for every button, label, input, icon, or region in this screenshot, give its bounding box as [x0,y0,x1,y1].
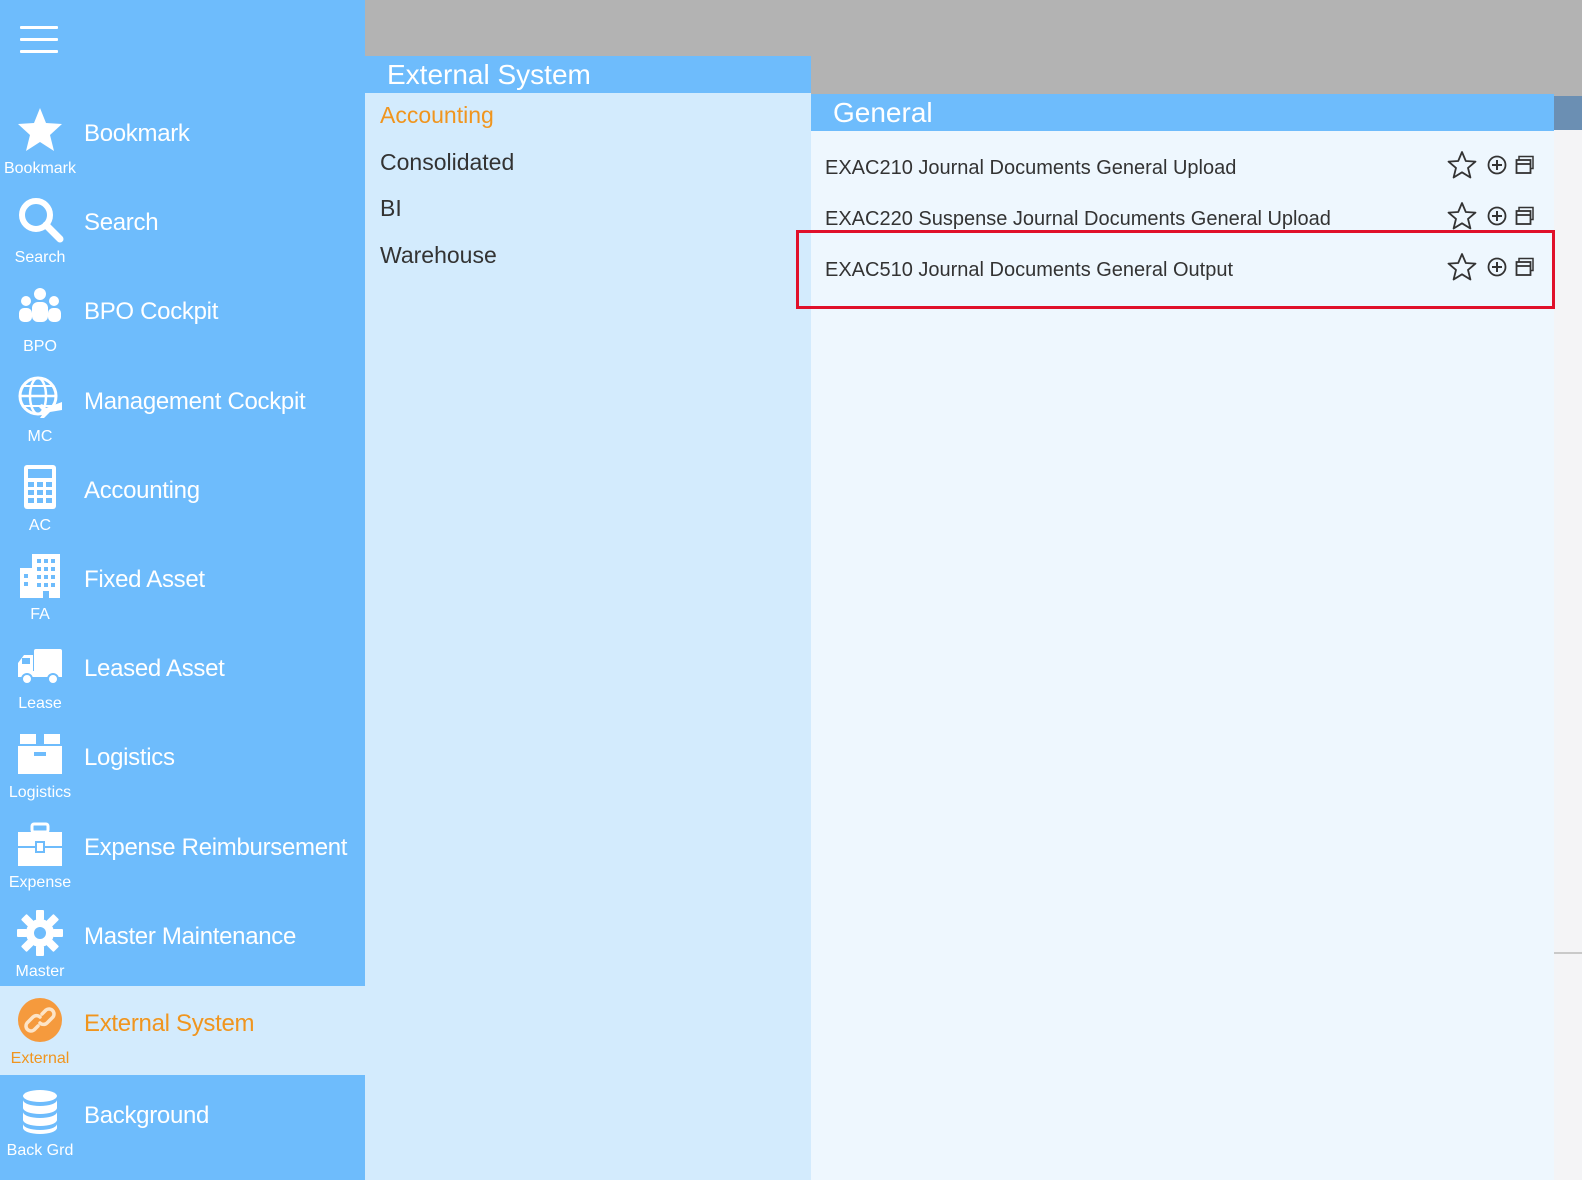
gear-icon [16,909,64,957]
people-group-icon [16,284,64,332]
program-actions [1447,201,1543,233]
briefcase-icon [16,820,64,868]
program-link-exac510[interactable]: EXAC510 Journal Documents General Output [825,259,1233,282]
sidebar-item-short-label: Bookmark [3,160,77,177]
bookmark-star-icon[interactable] [1447,201,1477,231]
sidebar-item-accounting[interactable]: AC Accounting [0,453,365,542]
sidebar-item-mc[interactable]: MC Management Cockpit [0,364,365,453]
sidebar-item-short-label: External [10,1050,70,1067]
category-item-consolidated[interactable]: Consolidated [380,149,514,176]
category-item-accounting[interactable]: Accounting [380,102,494,129]
background-page-header [1554,96,1582,130]
globe-plane-icon [16,374,64,422]
program-row: EXAC220 Suspense Journal Documents Gener… [811,193,1554,244]
sidebar-item-search[interactable]: Search Search [0,185,365,274]
sidebar-item-background[interactable]: Back Grd Background [0,1078,365,1167]
program-panel-title: General [811,94,1554,131]
bookmark-star-icon[interactable] [1447,150,1477,180]
sidebar-item-master[interactable]: Master Master Maintenance [0,899,365,988]
background-page-divider [1554,952,1582,954]
category-item-bi[interactable]: BI [380,195,402,222]
sidebar-item-label: Logistics [84,744,175,771]
category-panel-title: External System [365,56,811,93]
program-row: EXAC210 Journal Documents General Upload [811,142,1554,193]
link-icon [16,996,64,1044]
sidebar-item-external[interactable]: External External System [0,986,365,1075]
calculator-icon [16,463,64,511]
new-window-icon[interactable] [1515,257,1535,277]
box-icon [16,730,64,778]
sidebar-item-label: Accounting [84,477,200,504]
add-circle-icon[interactable] [1487,155,1507,175]
sidebar-item-expense[interactable]: Expense Expense Reimbursement [0,810,365,899]
background-page-edge [1554,96,1582,1180]
program-actions [1447,150,1543,182]
add-circle-icon[interactable] [1487,257,1507,277]
sidebar-item-label: Expense Reimbursement [84,834,348,861]
database-icon [16,1088,64,1136]
sidebar-item-label: Search [84,209,159,236]
sidebar-item-short-label: Lease [18,695,62,712]
sidebar-item-label: Bookmark [84,120,190,147]
program-link-exac210[interactable]: EXAC210 Journal Documents General Upload [825,157,1236,180]
main-sidebar: Bookmark Bookmark Search Search BPO BPO … [0,0,365,1180]
sidebar-item-logistics[interactable]: Logistics Logistics [0,720,365,809]
program-panel: General EXAC210 Journal Documents Genera… [811,94,1554,1180]
new-window-icon[interactable] [1515,206,1535,226]
category-panel: External System Accounting Consolidated … [365,56,811,1180]
sidebar-item-label: Master Maintenance [84,923,297,950]
bookmark-star-icon[interactable] [1447,252,1477,282]
sidebar-item-label: BPO Cockpit [84,298,219,325]
sidebar-item-short-label: FA [30,606,50,623]
category-item-warehouse[interactable]: Warehouse [380,242,497,269]
program-actions [1447,252,1543,284]
sidebar-item-fixed-asset[interactable]: FA Fixed Asset [0,542,365,631]
sidebar-item-label: Background [84,1102,210,1129]
sidebar-item-leased-asset[interactable]: Lease Leased Asset [0,631,365,720]
sidebar-item-short-label: BPO [23,338,57,355]
hamburger-menu-icon[interactable] [20,26,58,56]
sidebar-item-label: Management Cockpit [84,388,306,415]
star-icon [16,106,64,154]
new-window-icon[interactable] [1515,155,1535,175]
sidebar-item-bookmark[interactable]: Bookmark Bookmark [0,96,365,185]
sidebar-item-short-label: Search [14,249,66,266]
sidebar-item-short-label: Master [15,963,65,980]
sidebar-item-label: Fixed Asset [84,566,205,593]
sidebar-item-label: Leased Asset [84,655,225,682]
magnifier-icon [16,195,64,243]
sidebar-item-label: External System [84,1010,255,1037]
sidebar-item-short-label: Logistics [8,784,72,801]
add-circle-icon[interactable] [1487,206,1507,226]
sidebar-item-short-label: AC [28,517,52,534]
truck-icon [16,641,64,689]
sidebar-item-short-label: MC [27,428,53,445]
building-icon [16,552,64,600]
program-link-exac220[interactable]: EXAC220 Suspense Journal Documents Gener… [825,208,1331,231]
sidebar-item-short-label: Expense [8,874,72,891]
program-row: EXAC510 Journal Documents General Output [811,244,1554,295]
sidebar-item-bpo[interactable]: BPO BPO Cockpit [0,274,365,363]
sidebar-item-short-label: Back Grd [6,1142,74,1159]
